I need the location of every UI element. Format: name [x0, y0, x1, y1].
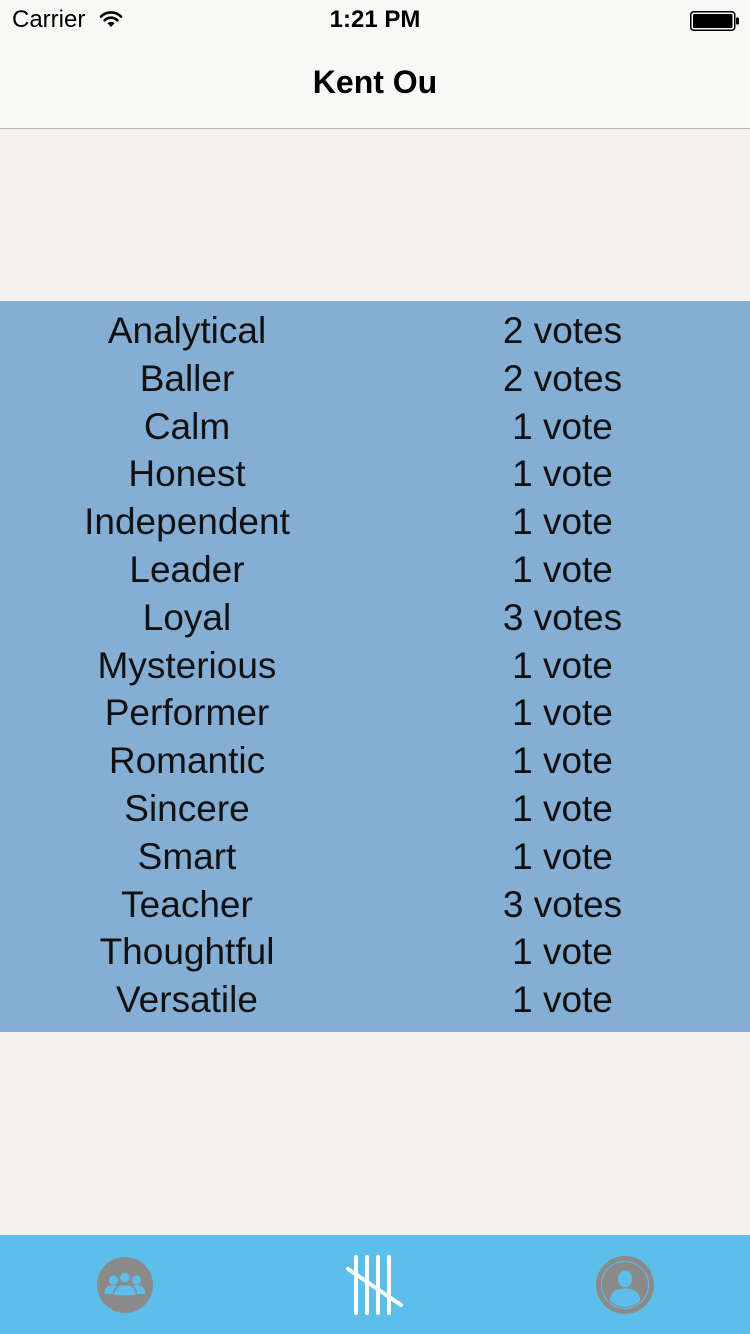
vote-count: 1 vote	[512, 979, 613, 1021]
status-time: 1:21 PM	[329, 6, 421, 33]
battery-icon	[690, 11, 739, 31]
list-item: Baller 2 votes	[0, 355, 750, 403]
trait-label: Mysterious	[97, 644, 277, 686]
trait-label: Versatile	[116, 979, 258, 1021]
vote-count: 1 vote	[512, 405, 613, 447]
trait-label: Calm	[143, 405, 231, 447]
trait-label: Honest	[128, 453, 246, 495]
vote-count: 1 vote	[512, 931, 613, 973]
list-item: Honest 1 vote	[0, 450, 750, 498]
tab-tally[interactable]	[250, 1235, 500, 1334]
group-icon	[97, 1256, 153, 1313]
trait-label: Smart	[137, 835, 237, 877]
list-item: Leader 1 vote	[0, 546, 750, 594]
tab-bar	[0, 1235, 750, 1334]
trait-label: Independent	[84, 501, 290, 543]
profile-icon	[596, 1255, 654, 1314]
vote-count: 3 votes	[502, 596, 623, 638]
list-item: Mysterious 1 vote	[0, 642, 750, 690]
vote-count: 2 votes	[502, 357, 623, 399]
trait-label: Teacher	[121, 883, 253, 925]
trait-label: Leader	[129, 549, 245, 590]
trait-label: Performer	[104, 692, 270, 734]
vote-count: 1 vote	[512, 549, 613, 590]
vote-count: 3 votes	[502, 883, 623, 925]
trait-label: Analytical	[107, 310, 267, 351]
votes-list: Analytical 2 votes Baller 2 votes Calm 1 vote…	[0, 301, 750, 1032]
top-bar: Carrier 1:21 PM Kent Ou	[0, 0, 750, 129]
screen: Carrier 1:21 PM Kent Ou Analytical 2 vote…	[0, 0, 750, 1334]
list-item: Thoughtful 1 vote	[0, 928, 750, 976]
list-item: Independent 1 vote	[0, 498, 750, 546]
vote-count: 1 vote	[512, 692, 613, 734]
vote-count: 1 vote	[512, 788, 613, 829]
vote-count: 1 vote	[512, 453, 613, 495]
vote-count: 1 vote	[512, 835, 613, 877]
vote-count: 1 vote	[512, 740, 613, 782]
tally-icon	[346, 1254, 403, 1315]
list-item: Romantic 1 vote	[0, 737, 750, 785]
vote-count: 2 votes	[502, 310, 623, 351]
status-bar: Carrier 1:21 PM	[0, 0, 750, 40]
list-item: Analytical 2 votes	[0, 307, 750, 355]
trait-label: Baller	[139, 357, 235, 399]
list-item: Versatile 1 vote	[0, 976, 750, 1024]
trait-label: Romantic	[108, 740, 266, 782]
list-item: Calm 1 vote	[0, 403, 750, 451]
page-title: Kent Ou	[312, 64, 438, 100]
vote-count: 1 vote	[512, 501, 613, 543]
tab-group[interactable]	[0, 1235, 250, 1334]
trait-label: Thoughtful	[99, 931, 275, 973]
list-item: Performer 1 vote	[0, 689, 750, 737]
trait-label: Sincere	[124, 788, 250, 829]
vote-count: 1 vote	[512, 644, 613, 686]
list-item: Sincere 1 vote	[0, 785, 750, 833]
list-item: Loyal 3 votes	[0, 594, 750, 642]
list-item: Teacher 3 votes	[0, 881, 750, 929]
trait-label: Loyal	[142, 596, 232, 638]
tab-profile[interactable]	[500, 1235, 750, 1334]
list-item: Smart 1 vote	[0, 833, 750, 881]
